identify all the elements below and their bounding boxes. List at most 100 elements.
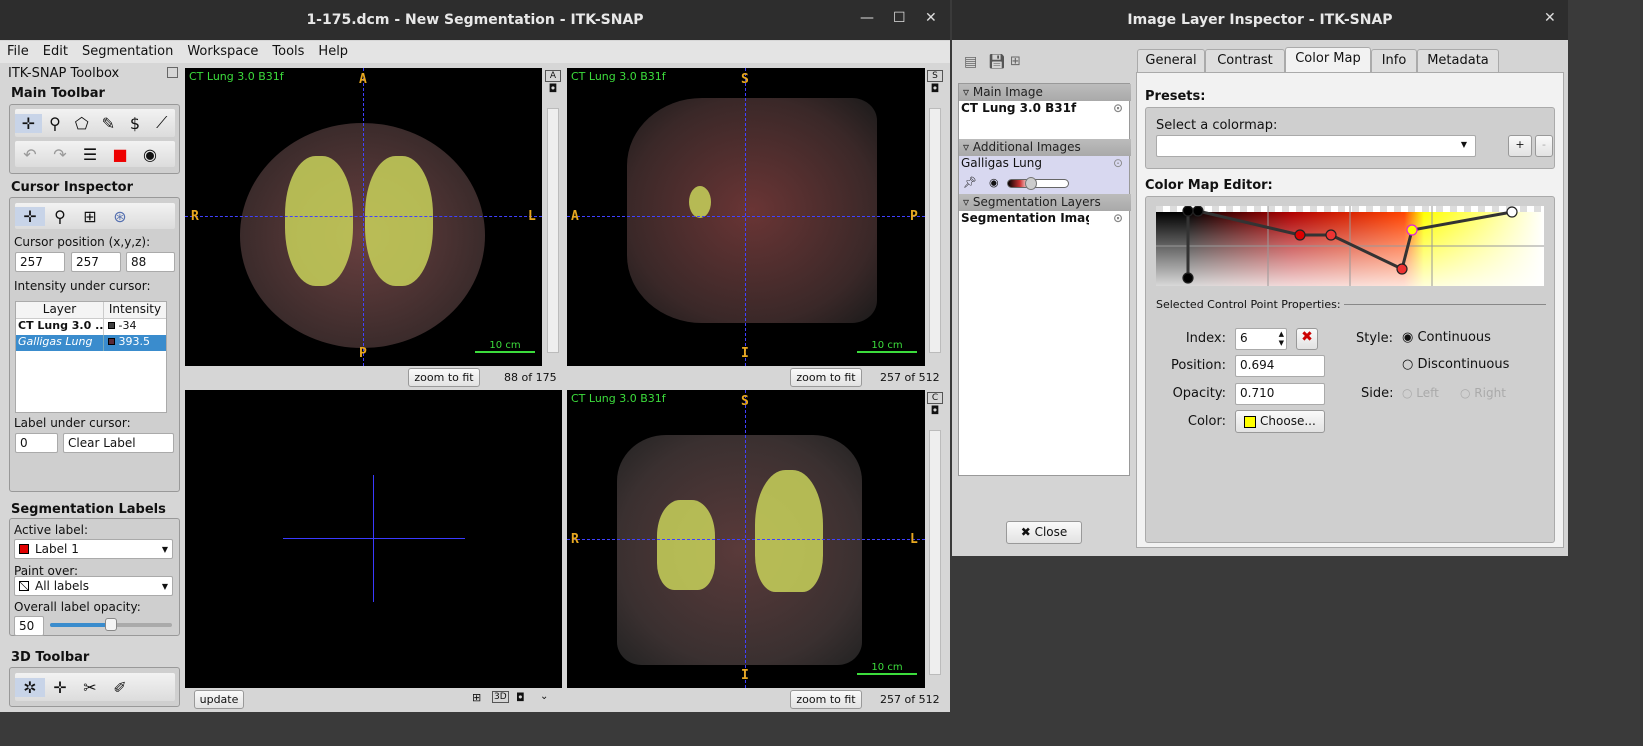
- colormap-select[interactable]: ▼: [1156, 135, 1476, 157]
- control-point[interactable]: [1294, 229, 1306, 241]
- tab-general[interactable]: General: [1137, 49, 1205, 72]
- maximize-button[interactable]: ☐: [893, 10, 906, 26]
- zoom-tool-icon[interactable]: ⚲: [42, 114, 69, 133]
- close-window-button[interactable]: ✕: [1544, 10, 1556, 26]
- slice-scrollbar[interactable]: [547, 108, 559, 353]
- layers-icon[interactable]: ☰: [75, 145, 105, 164]
- spray-icon[interactable]: ✐: [105, 678, 135, 697]
- colormap-curve-canvas[interactable]: [1156, 206, 1544, 286]
- tab-metadata[interactable]: Metadata: [1417, 49, 1499, 72]
- add-preset-button[interactable]: +: [1508, 135, 1532, 157]
- choose-color-button[interactable]: Choose...: [1235, 410, 1325, 433]
- menu-segmentation[interactable]: Segmentation: [75, 41, 180, 63]
- axial-view[interactable]: CT Lung 3.0 B31f A P R L 10 cm: [185, 68, 542, 366]
- polygon-tool-icon[interactable]: ⬠: [68, 114, 95, 133]
- position-input[interactable]: 0.694: [1235, 355, 1325, 377]
- cursor-x-input[interactable]: 257: [15, 252, 65, 272]
- save-icon[interactable]: 💾︎: [988, 54, 1006, 70]
- rotate-3d-icon[interactable]: ✲: [15, 677, 45, 697]
- opacity-input[interactable]: 50: [14, 616, 44, 636]
- undock-icon[interactable]: [167, 67, 178, 78]
- close-button[interactable]: ✖ Close: [1006, 521, 1082, 544]
- slice-scrollbar[interactable]: [929, 430, 941, 675]
- paint-over-select[interactable]: All labels ▼: [14, 576, 173, 596]
- cursor-z-input[interactable]: 88: [126, 252, 175, 272]
- update-button[interactable]: update: [194, 690, 244, 709]
- layer-menu-icon[interactable]: ⊙: [1113, 211, 1123, 225]
- table-row[interactable]: CT Lung 3.0 ... -34: [16, 319, 166, 335]
- menu-file[interactable]: File: [0, 41, 36, 63]
- zoom-icon[interactable]: ⚲: [45, 207, 75, 226]
- opacity-input[interactable]: 0.710: [1235, 383, 1325, 405]
- control-point[interactable]: [1506, 206, 1518, 218]
- label-name-field[interactable]: Clear Label: [63, 433, 174, 453]
- 3d-view[interactable]: [185, 390, 562, 688]
- chevron-down-icon[interactable]: ⌄: [540, 691, 548, 702]
- pin-icon[interactable]: 📌︎: [963, 176, 977, 189]
- redo-icon[interactable]: ↷: [45, 145, 75, 164]
- menu-tools[interactable]: Tools: [265, 41, 311, 63]
- delete-point-button[interactable]: ✖: [1296, 328, 1318, 350]
- table-row[interactable]: Galligas Lung 393.5: [16, 335, 166, 351]
- grid-icon[interactable]: ⊞: [75, 207, 105, 226]
- control-point[interactable]: [1182, 272, 1194, 284]
- crosshair-icon[interactable]: ✛: [15, 206, 45, 226]
- slice-scrollbar[interactable]: [929, 108, 941, 353]
- control-point[interactable]: [1406, 224, 1418, 236]
- camera-icon[interactable]: ◘: [927, 82, 943, 95]
- control-point[interactable]: [1182, 206, 1194, 217]
- remove-preset-button[interactable]: -: [1535, 135, 1553, 157]
- sagittal-view[interactable]: CT Lung 3.0 B31f S I A P 10 cm: [567, 68, 925, 366]
- index-spinbox[interactable]: 6 ▲ ▼: [1235, 328, 1287, 350]
- menu-edit[interactable]: Edit: [36, 41, 75, 63]
- control-point[interactable]: [1325, 229, 1337, 241]
- layout-icon[interactable]: ⊞: [1010, 54, 1021, 69]
- slider-handle[interactable]: [105, 618, 117, 631]
- layer-additional[interactable]: Galligas Lung ⊙ 📌︎ ◉: [959, 156, 1129, 194]
- tab-color-map[interactable]: Color Map: [1285, 47, 1371, 74]
- view-tag[interactable]: A: [545, 70, 561, 82]
- radar-icon[interactable]: ⊛: [105, 207, 135, 226]
- menu-help[interactable]: Help: [311, 41, 355, 63]
- open-icon[interactable]: ▤: [964, 54, 977, 70]
- discontinuous-radio[interactable]: ○ Discontinuous: [1402, 357, 1509, 372]
- menu-workspace[interactable]: Workspace: [180, 41, 265, 63]
- active-label-select[interactable]: Label 1 ▼: [14, 539, 173, 559]
- right-radio[interactable]: ○ Right: [1460, 386, 1506, 400]
- control-point[interactable]: [1192, 206, 1204, 217]
- view-tag[interactable]: S: [927, 70, 943, 82]
- layer-seg[interactable]: Segmentation Image ⊙: [959, 211, 1129, 249]
- scalpel-icon[interactable]: ✂: [75, 678, 105, 697]
- zoom-to-fit-button[interactable]: zoom to fit: [408, 368, 480, 387]
- left-radio[interactable]: ○ Left: [1402, 386, 1439, 400]
- camera-icon[interactable]: ◘: [545, 82, 561, 95]
- annotation-tool-icon[interactable]: ⟋: [148, 113, 175, 133]
- group-additional-images[interactable]: ▿ Additional Images: [959, 139, 1131, 156]
- crosshair-tool-icon[interactable]: ✛: [15, 113, 42, 133]
- palette-icon[interactable]: ◉: [135, 145, 165, 164]
- continuous-radio[interactable]: ◉ Continuous: [1402, 330, 1491, 345]
- camera-icon[interactable]: ◘: [927, 404, 943, 417]
- group-segmentation-layers[interactable]: ▿ Segmentation Layers: [959, 194, 1131, 211]
- tab-info[interactable]: Info: [1371, 49, 1417, 72]
- layer-opacity-slider[interactable]: [1007, 177, 1069, 190]
- cursor-y-input[interactable]: 257: [71, 252, 121, 272]
- zoom-to-fit-button[interactable]: zoom to fit: [790, 368, 862, 387]
- undo-icon[interactable]: ↶: [15, 145, 45, 164]
- snake-tool-icon[interactable]: $: [122, 114, 149, 133]
- layer-menu-icon[interactable]: ⊙: [1113, 156, 1123, 170]
- coronal-view[interactable]: CT Lung 3.0 B31f S I R L 10 cm: [567, 390, 925, 688]
- control-point[interactable]: [1396, 263, 1408, 275]
- zoom-to-fit-button[interactable]: zoom to fit: [790, 690, 862, 709]
- crosshair-3d-icon[interactable]: ✛: [45, 678, 75, 697]
- layout-icon[interactable]: ⊞: [472, 691, 481, 704]
- opacity-slider[interactable]: [50, 618, 172, 631]
- minimize-button[interactable]: —: [860, 10, 874, 26]
- camera-icon[interactable]: ◘: [516, 691, 525, 704]
- view-tag[interactable]: C: [927, 392, 943, 404]
- paintbrush-tool-icon[interactable]: ✎: [95, 114, 122, 133]
- 3d-mode-icon[interactable]: 3D: [492, 691, 509, 703]
- label-color-icon[interactable]: ■: [105, 145, 135, 164]
- eye-icon[interactable]: ◉: [989, 176, 999, 189]
- tab-contrast[interactable]: Contrast: [1205, 49, 1285, 72]
